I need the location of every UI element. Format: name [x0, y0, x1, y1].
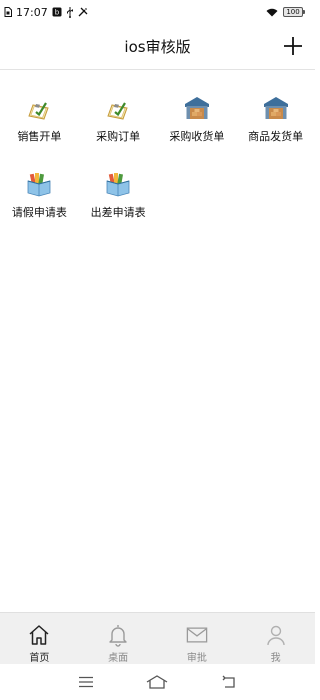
tab-label: 桌面 [108, 653, 129, 664]
tools-icon [78, 7, 88, 17]
tab-desktop[interactable]: 桌面 [79, 613, 157, 664]
screen: 17:07 b 100 ios审核版 销售开单 采购订单 采购收货单 商品发货单… [0, 0, 315, 700]
grid-item-label: 请假申请表 [11, 206, 67, 219]
system-nav-bar [0, 664, 315, 700]
usb-icon [66, 6, 74, 18]
home-nav-icon [147, 675, 168, 689]
status-time: 17:07 [16, 5, 48, 19]
sim-icon [4, 7, 12, 17]
tab-home[interactable]: 首页 [0, 613, 78, 664]
home-icon [28, 623, 50, 647]
grid-item-purchase-order[interactable]: 采购订单 [79, 82, 158, 144]
notification-icon: b [52, 7, 62, 17]
grid-item-leave-request[interactable]: 请假申请表 [0, 158, 79, 220]
warehouse-icon [262, 94, 290, 122]
user-icon [265, 623, 287, 647]
nav-bar: ios审核版 [0, 24, 315, 70]
home-button[interactable] [144, 672, 170, 692]
tab-label: 我 [270, 653, 281, 664]
page-title: ios审核版 [124, 38, 191, 56]
plus-icon [284, 37, 302, 55]
clipboard-check-icon [25, 94, 53, 122]
bell-icon [107, 623, 129, 647]
box-books-icon [25, 170, 53, 198]
app-grid: 销售开单 采购订单 采购收货单 商品发货单 请假申请表 出差申请表 [0, 82, 315, 220]
tab-approval[interactable]: 审批 [158, 613, 236, 664]
clipboard-check-icon [104, 94, 132, 122]
battery-icon: 100 [283, 7, 305, 17]
grid-item-label: 采购订单 [96, 130, 141, 143]
grid-item-label: 销售开单 [17, 130, 62, 143]
status-bar: 17:07 b 100 [0, 0, 315, 24]
grid-item-label: 采购收货单 [169, 130, 225, 143]
svg-text:b: b [54, 9, 59, 17]
back-button[interactable] [216, 672, 242, 692]
back-icon [222, 675, 235, 688]
grid-item-goods-shipment[interactable]: 商品发货单 [236, 82, 315, 144]
grid-item-purchase-receipt[interactable]: 采购收货单 [158, 82, 237, 144]
tab-me[interactable]: 我 [237, 613, 315, 664]
grid-item-label: 出差申请表 [90, 206, 146, 219]
grid-item-business-trip-request[interactable]: 出差申请表 [79, 158, 158, 220]
menu-icon [78, 676, 93, 688]
status-left: 17:07 b [4, 6, 88, 19]
box-books-icon [104, 170, 132, 198]
tab-label: 首页 [29, 653, 50, 664]
tab-label: 审批 [186, 653, 207, 664]
status-right: 100 [266, 7, 305, 17]
menu-button[interactable] [73, 672, 99, 692]
mail-icon [186, 623, 208, 647]
tab-bar: 首页 桌面 审批 我 [0, 612, 315, 664]
grid-item-label: 商品发货单 [248, 130, 304, 143]
warehouse-icon [183, 94, 211, 122]
add-button[interactable] [281, 34, 305, 58]
wifi-icon [266, 8, 278, 17]
grid-item-sales-order[interactable]: 销售开单 [0, 82, 79, 144]
